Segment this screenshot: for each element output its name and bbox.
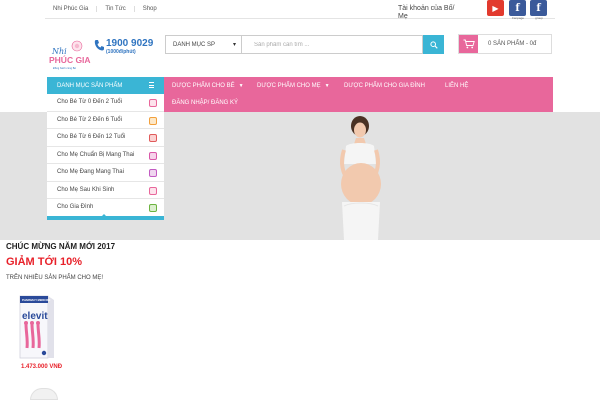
nav-item-label: DƯỢC PHẨM CHO MẸ	[257, 82, 321, 89]
chevron-down-icon: ▼	[324, 82, 330, 89]
search-input[interactable]	[242, 35, 423, 54]
baby-bottle-icon	[149, 99, 157, 107]
nav-item-contact[interactable]: LIÊN HỆ	[445, 77, 468, 94]
facebook-group-link[interactable]: f group	[530, 0, 548, 20]
group-caption: group	[535, 16, 543, 20]
nav-item-mother-medicine[interactable]: DƯỢC PHẨM CHO MẸ ▼	[257, 77, 330, 94]
youtube-icon: ▶	[487, 0, 504, 16]
top-divider	[45, 18, 555, 19]
top-link-home[interactable]: Nhi Phúc Gia	[45, 6, 98, 12]
category-select[interactable]: DANH MỤC SP ▾	[165, 35, 242, 54]
newborn-icon	[149, 186, 157, 195]
sidebar-item-baby-2-6[interactable]: Cho Bé Từ 2 Đến 6 Tuổi	[47, 111, 164, 129]
pregnant-icon	[149, 169, 157, 177]
nav-item-label: DƯỢC PHẨM CHO BÉ	[172, 82, 235, 89]
sidebar-item-baby-0-2[interactable]: Cho Bé Từ 0 Đến 2 Tuổi	[47, 94, 164, 112]
sidebar-item-postpartum[interactable]: Cho Mẹ Sau Khi Sinh	[47, 181, 164, 199]
sidebar-item-label: Cho Gia Đình	[57, 204, 94, 211]
nav-item-label: ĐĂNG NHẬP/ ĐĂNG KÝ	[172, 99, 239, 106]
cart-icon	[463, 39, 475, 49]
child-icon	[149, 134, 157, 142]
nav-item-baby-medicine[interactable]: DƯỢC PHẨM CHO BÉ ▼	[172, 77, 244, 94]
hotline-rate: (1000đ/phút)	[106, 49, 136, 55]
site-logo[interactable]: Nhi PHÚC GIA Đồng hành cùng Bé	[46, 40, 92, 70]
pregnant-woman-image	[340, 116, 381, 240]
fanpage-caption: Fanpage	[512, 16, 524, 20]
search-button[interactable]	[423, 35, 444, 54]
phone-icon	[94, 40, 104, 51]
product-card-next[interactable]	[30, 388, 58, 400]
menu-icon	[149, 82, 154, 88]
account-link[interactable]: Tài khoản của Bố/ Mẹ	[398, 5, 460, 21]
sidebar-item-label: Cho Mẹ Chuẩn Bị Mang Thai	[57, 151, 135, 158]
youtube-link[interactable]: ▶	[487, 0, 505, 20]
facebook-fanpage-link[interactable]: f Fanpage	[509, 0, 527, 20]
facebook-group-icon: f	[530, 0, 547, 16]
hotline-number: 1900 9029	[106, 38, 154, 49]
sidebar-item-pregnant[interactable]: Cho Mẹ Đang Mang Thai	[47, 164, 164, 182]
product-card[interactable]: PHARMACY MEDICINE elevit 1.473.000 VNĐ	[12, 292, 72, 382]
sidebar-item-child-6-12[interactable]: Cho Bé Từ 6 Đến 12 Tuổi	[47, 129, 164, 147]
sidebar-collapse-handle[interactable]	[47, 214, 164, 220]
sidebar-item-label: Cho Bé Từ 6 Đến 12 Tuổi	[57, 134, 126, 141]
toddler-icon	[149, 116, 157, 125]
category-sidebar: Cho Bé Từ 0 Đến 2 Tuổi Cho Bé Từ 2 Đến 6…	[47, 94, 164, 220]
sidebar-item-preparing-pregnancy[interactable]: Cho Mẹ Chuẩn Bị Mang Thai	[47, 146, 164, 164]
logo-tagline: Đồng hành cùng Bé	[53, 66, 76, 70]
sidebar-item-label: Cho Bé Từ 0 Đến 2 Tuổi	[57, 99, 122, 106]
product-image: PHARMACY MEDICINE elevit	[19, 295, 54, 359]
promo-subtext: TRÊN NHIỀU SẢN PHẨM CHO MẸ!	[6, 275, 104, 281]
chevron-down-icon: ▼	[238, 82, 244, 89]
top-links: Nhi Phúc Gia Tin Tức Shop	[45, 0, 165, 18]
cart-button[interactable]: 0 SẢN PHẨM - 0đ	[458, 34, 552, 54]
logo-graphic: Nhi PHÚC GIA Đồng hành cùng Bé	[49, 40, 91, 70]
nav-item-label: LIÊN HỆ	[445, 82, 469, 89]
cart-icon-box	[459, 35, 478, 53]
top-bar: Nhi Phúc Gia Tin Tức Shop Tài khoản của …	[0, 0, 600, 20]
top-link-shop[interactable]: Shop	[135, 6, 165, 12]
mother-icon	[149, 151, 157, 160]
search-icon	[429, 40, 438, 49]
top-link-news[interactable]: Tin Tức	[97, 6, 135, 12]
chevron-down-icon: ▾	[232, 42, 236, 48]
family-icon	[149, 204, 157, 212]
sidebar-item-label: Cho Mẹ Sau Khi Sinh	[57, 186, 115, 193]
nav-item-label: DƯỢC PHẨM CHO GIA ĐÌNH	[344, 82, 425, 89]
product-price: 1.473.000 VNĐ	[21, 364, 63, 370]
cart-summary: 0 SẢN PHẨM - 0đ	[488, 41, 537, 47]
product-brand: elevit	[22, 311, 48, 322]
promo-heading: CHÚC MỪNG NĂM MỚI 2017	[6, 242, 116, 251]
main-nav: DƯỢC PHẨM CHO BÉ ▼ DƯỢC PHẨM CHO MẸ ▼ DƯ…	[164, 77, 553, 112]
facebook-icon: f	[509, 0, 526, 16]
sidebar-item-label: Cho Mẹ Đang Mang Thai	[57, 169, 124, 176]
promo-discount: GIẢM TỚI 10%	[6, 256, 83, 268]
category-menu-title: DANH MỤC SẢN PHẨM	[57, 82, 123, 89]
hotline[interactable]: 1900 9029 (1000đ/phút)	[94, 37, 156, 57]
nav-item-login-register[interactable]: ĐĂNG NHẬP/ ĐĂNG KÝ	[172, 94, 238, 111]
sidebar-item-label: Cho Bé Từ 2 Đến 6 Tuổi	[57, 116, 122, 123]
product-top-text: PHARMACY MEDICINE	[22, 298, 51, 302]
category-menu-header[interactable]: DANH MỤC SẢN PHẨM	[47, 77, 164, 94]
category-select-value: DANH MỤC SP	[173, 41, 216, 48]
logo-line2: PHÚC GIA	[49, 54, 91, 65]
nav-item-family-medicine[interactable]: DƯỢC PHẨM CHO GIA ĐÌNH	[344, 77, 425, 94]
